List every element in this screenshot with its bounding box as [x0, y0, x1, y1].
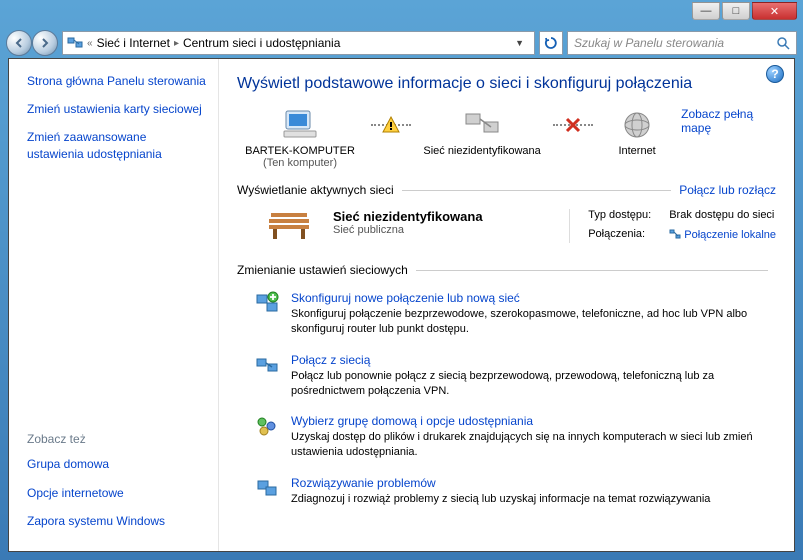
breadcrumb-item[interactable]: Centrum sieci i udostępniania: [183, 36, 340, 50]
full-map-link[interactable]: Zobacz pełną mapę: [681, 107, 776, 135]
section-title: Wyświetlanie aktywnych sieci: [237, 183, 394, 197]
task-title[interactable]: Skonfiguruj nowe połączenie lub nową sie…: [291, 291, 776, 305]
access-type-value: Brak dostępu do sieci: [669, 209, 776, 224]
map-node-network: Sieć niezidentyfikowana: [419, 107, 545, 157]
network-name: Sieć niezidentyfikowana: [333, 209, 483, 224]
refresh-button[interactable]: [539, 31, 563, 55]
task-troubleshoot: Rozwiązywanie problemów Zdiagnozuj i roz…: [237, 470, 776, 517]
section-title: Zmienianie ustawień sieciowych: [237, 263, 408, 277]
connections-label: Połączenia:: [588, 228, 651, 244]
troubleshoot-icon: [255, 476, 279, 500]
connection-link[interactable]: Połączenie lokalne: [684, 229, 776, 241]
bench-icon: [265, 209, 313, 243]
access-type-label: Typ dostępu:: [588, 209, 651, 224]
active-network-info: Sieć niezidentyfikowana Sieć publiczna: [333, 209, 483, 243]
forward-button[interactable]: [32, 30, 58, 56]
minimize-button[interactable]: —: [692, 2, 720, 20]
settings-section-header: Zmienianie ustawień sieciowych: [237, 263, 776, 277]
task-description: Skonfiguruj połączenie bezprzewodowe, sz…: [291, 307, 776, 337]
task-description: Uzyskaj dostęp do plików i drukarek znaj…: [291, 430, 776, 460]
map-node-internet: Internet: [601, 107, 673, 157]
search-input[interactable]: Szukaj w Panelu sterowania: [567, 31, 797, 55]
warning-icon: [382, 116, 400, 134]
active-network-row: Sieć niezidentyfikowana Sieć publiczna T…: [237, 205, 776, 249]
refresh-icon: [544, 36, 558, 50]
connect-disconnect-link[interactable]: Połącz lub rozłącz: [679, 183, 776, 197]
chevron-right-icon: ▸: [172, 38, 181, 49]
network-details: Typ dostępu: Brak dostępu do sieci Połąc…: [569, 209, 776, 243]
maximize-button[interactable]: □: [722, 2, 750, 20]
titlebar: — □ ✕: [0, 0, 803, 28]
network-node-icon: [419, 107, 545, 143]
task-description: Zdiagnozuj i rozwiąż problemy z siecią l…: [291, 492, 776, 507]
search-placeholder: Szukaj w Panelu sterowania: [574, 36, 724, 50]
globe-icon: [601, 107, 673, 143]
chevron-right-icon: «: [85, 38, 95, 49]
breadcrumb-item[interactable]: Sieć i Internet: [97, 36, 170, 50]
sidebar-spacer: [27, 174, 206, 433]
map-node-sublabel: (Ten komputer): [237, 157, 363, 169]
task-title[interactable]: Połącz z siecią: [291, 353, 776, 367]
error-icon: [565, 117, 581, 133]
task-list: Skonfiguruj nowe połączenie lub nową sie…: [237, 285, 776, 517]
network-map: BARTEK-KOMPUTER (Ten komputer) Sieć niez…: [237, 107, 776, 169]
map-node-label: Internet: [601, 145, 673, 157]
sidebar: Strona główna Panelu sterowania Zmień us…: [9, 59, 219, 551]
network-icon: [67, 35, 83, 51]
map-node-label: BARTEK-KOMPUTER: [237, 145, 363, 157]
task-description: Połącz lub ponownie połącz z siecią bezp…: [291, 369, 776, 399]
window-body: Strona główna Panelu sterowania Zmień us…: [8, 58, 795, 552]
network-type: Sieć publiczna: [333, 224, 483, 236]
map-node-label: Sieć niezidentyfikowana: [419, 145, 545, 157]
page-title: Wyświetl podstawowe informacje o sieci i…: [237, 75, 776, 93]
back-button[interactable]: [6, 30, 32, 56]
arrow-left-icon: [13, 37, 25, 49]
sidebar-home-link[interactable]: Strona główna Panelu sterowania: [27, 73, 206, 89]
breadcrumb-dropdown[interactable]: ▼: [515, 38, 530, 48]
task-homegroup: Wybierz grupę domową i opcje udostępnian…: [237, 408, 776, 470]
close-button[interactable]: ✕: [752, 2, 797, 20]
breadcrumb[interactable]: « Sieć i Internet ▸ Centrum sieci i udos…: [62, 31, 535, 55]
sidebar-sharing-link[interactable]: Zmień zaawansowane ustawienia udostępnia…: [27, 129, 206, 161]
nav-row: « Sieć i Internet ▸ Centrum sieci i udos…: [0, 28, 803, 58]
search-icon: [776, 36, 790, 50]
map-node-computer: BARTEK-KOMPUTER (Ten komputer): [237, 107, 363, 169]
arrow-right-icon: [39, 37, 51, 49]
active-networks-header: Wyświetlanie aktywnych sieci Połącz lub …: [237, 183, 776, 197]
computer-icon: [237, 107, 363, 143]
main-panel: ? Wyświetl podstawowe informacje o sieci…: [219, 59, 794, 551]
window-buttons: — □ ✕: [692, 2, 797, 20]
see-also-header: Zobacz też: [27, 432, 206, 446]
sidebar-firewall-link[interactable]: Zapora systemu Windows: [27, 513, 206, 529]
sidebar-homegroup-link[interactable]: Grupa domowa: [27, 456, 206, 472]
new-connection-icon: [255, 291, 279, 315]
help-icon[interactable]: ?: [766, 65, 784, 83]
sidebar-adapter-link[interactable]: Zmień ustawienia karty sieciowej: [27, 101, 206, 117]
task-title[interactable]: Wybierz grupę domową i opcje udostępnian…: [291, 414, 776, 428]
homegroup-icon: [255, 414, 279, 438]
task-title[interactable]: Rozwiązywanie problemów: [291, 476, 776, 490]
nav-arrows: [6, 30, 58, 56]
connect-icon: [255, 353, 279, 377]
map-link: [553, 107, 593, 143]
map-link: [371, 107, 411, 143]
sidebar-inet-options-link[interactable]: Opcje internetowe: [27, 485, 206, 501]
task-new-connection: Skonfiguruj nowe połączenie lub nową sie…: [237, 285, 776, 347]
task-connect: Połącz z siecią Połącz lub ponownie połą…: [237, 347, 776, 409]
connection-icon: [669, 228, 681, 240]
